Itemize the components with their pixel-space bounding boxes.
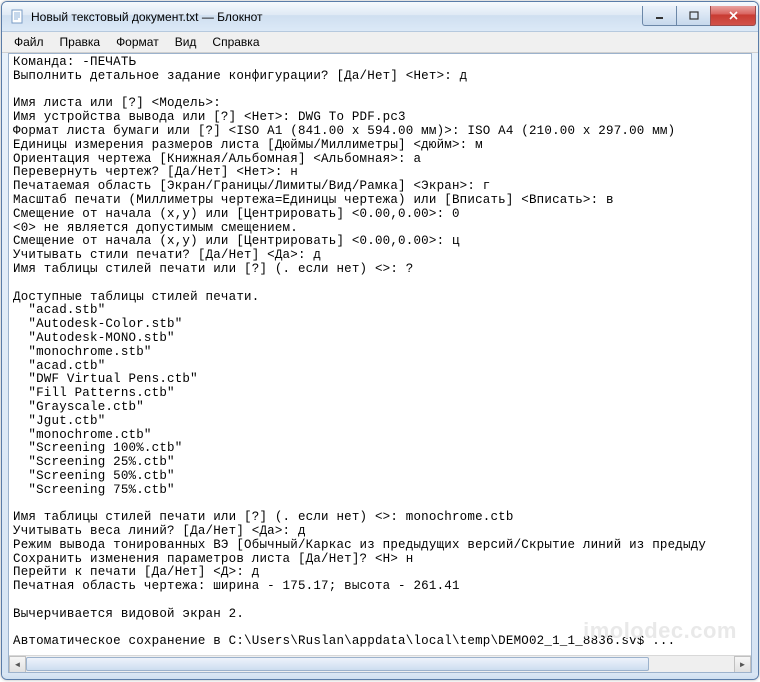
statusbar xyxy=(2,673,758,679)
menubar: Файл Правка Формат Вид Справка xyxy=(2,32,758,53)
minimize-button[interactable] xyxy=(642,6,676,26)
maximize-button[interactable] xyxy=(676,6,710,26)
menu-edit[interactable]: Правка xyxy=(52,33,109,51)
scroll-track[interactable] xyxy=(26,656,734,673)
scroll-right-button[interactable]: ► xyxy=(734,656,751,673)
app-icon xyxy=(10,9,26,25)
scroll-left-button[interactable]: ◄ xyxy=(9,656,26,673)
menu-format[interactable]: Формат xyxy=(108,33,167,51)
menu-view[interactable]: Вид xyxy=(167,33,205,51)
window-buttons xyxy=(642,7,756,26)
titlebar[interactable]: Новый текстовый документ.txt — Блокнот xyxy=(2,2,758,32)
close-button[interactable] xyxy=(710,6,756,26)
text-area[interactable]: Команда: -ПЕЧАТЬ Выполнить детальное зад… xyxy=(9,54,751,655)
menu-file[interactable]: Файл xyxy=(6,33,52,51)
window-title: Новый текстовый документ.txt — Блокнот xyxy=(31,10,642,24)
menu-help[interactable]: Справка xyxy=(204,33,267,51)
notepad-window: Новый текстовый документ.txt — Блокнот Ф… xyxy=(1,1,759,680)
text-area-wrap: Команда: -ПЕЧАТЬ Выполнить детальное зад… xyxy=(8,53,752,673)
scroll-thumb[interactable] xyxy=(26,657,649,671)
horizontal-scrollbar[interactable]: ◄ ► xyxy=(9,655,751,672)
